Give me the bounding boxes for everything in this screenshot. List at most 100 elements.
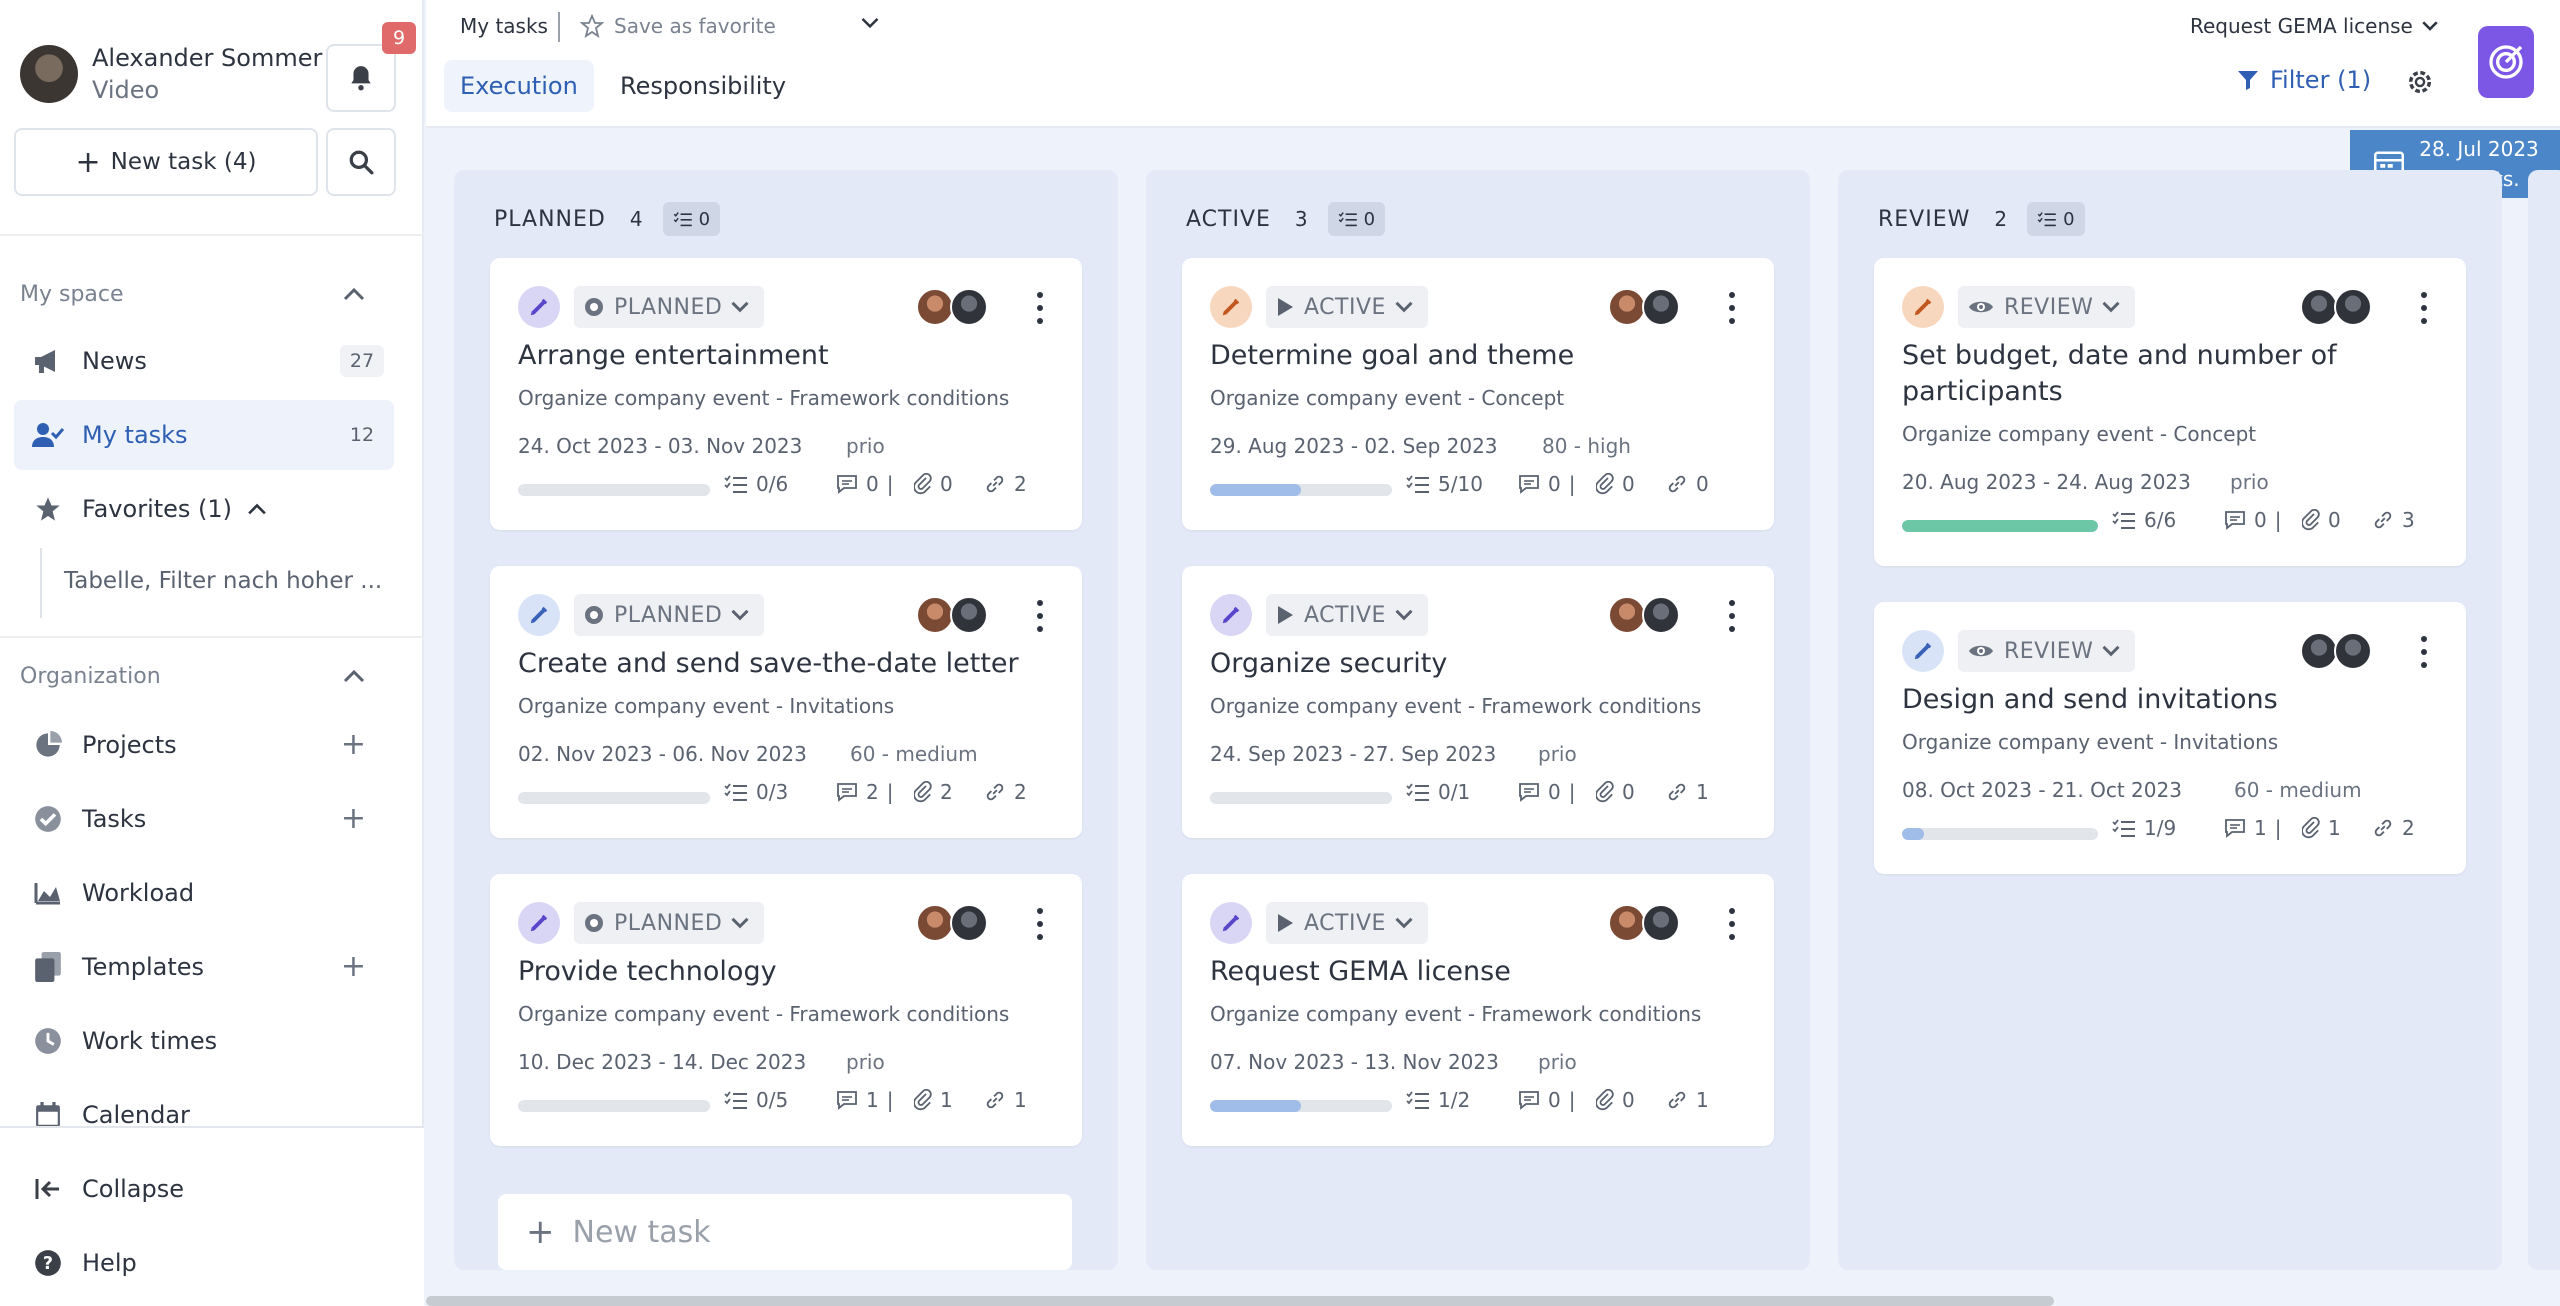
attachments-metric[interactable]: 0 xyxy=(1596,472,1635,496)
horizontal-scrollbar[interactable] xyxy=(426,1296,2054,1306)
sidebar-item-news[interactable]: News 27 xyxy=(14,326,394,396)
user-profile[interactable]: Alexander Sommer Video xyxy=(20,44,322,104)
links-metric[interactable]: 0 xyxy=(1666,472,1709,496)
more-options-icon[interactable] xyxy=(1722,288,1742,328)
column-checklist-badge[interactable]: 0 xyxy=(662,202,721,236)
edit-task-button[interactable] xyxy=(1210,594,1252,636)
task-title[interactable]: Organize security xyxy=(1210,646,1750,682)
attachments-metric[interactable]: 0 xyxy=(2302,508,2341,532)
edit-task-button[interactable] xyxy=(1210,902,1252,944)
sidebar-item-workload[interactable]: Workload xyxy=(14,858,394,928)
assignee-avatars[interactable] xyxy=(1608,596,1680,634)
more-options-icon[interactable] xyxy=(1722,904,1742,944)
links-metric[interactable]: 2 xyxy=(984,780,1027,804)
status-dropdown[interactable]: ACTIVE xyxy=(1266,286,1428,328)
edit-task-button[interactable] xyxy=(518,594,560,636)
column-checklist-badge[interactable]: 0 xyxy=(1327,202,1386,236)
gear-icon[interactable] xyxy=(2406,68,2434,96)
add-task-inline-button[interactable]: + New task xyxy=(498,1194,1072,1270)
status-dropdown[interactable]: ACTIVE xyxy=(1266,594,1428,636)
sidebar-item-work-times[interactable]: Work times xyxy=(14,1006,394,1076)
status-dropdown[interactable]: REVIEW xyxy=(1958,630,2136,672)
links-metric[interactable]: 1 xyxy=(1666,1088,1709,1112)
task-title[interactable]: Create and send save-the-date letter xyxy=(518,646,1058,682)
subtasks-metric[interactable]: 1/9 xyxy=(2112,816,2176,840)
collapse-button[interactable]: Collapse xyxy=(14,1154,394,1224)
sidebar-item-my-tasks[interactable]: My tasks 12 xyxy=(14,400,394,470)
help-button[interactable]: ? Help xyxy=(14,1228,394,1298)
comments-metric[interactable]: 0 | xyxy=(1518,1088,1583,1112)
subtasks-metric[interactable]: 0/3 xyxy=(724,780,788,804)
edit-task-button[interactable] xyxy=(518,286,560,328)
assignee-avatars[interactable] xyxy=(916,288,988,326)
task-card[interactable]: REVIEW Design and send invitations Organ… xyxy=(1874,602,2466,874)
edit-task-button[interactable] xyxy=(518,902,560,944)
task-card[interactable]: ACTIVE Determine goal and theme Organize… xyxy=(1182,258,1774,530)
links-metric[interactable]: 3 xyxy=(2372,508,2415,532)
status-dropdown[interactable]: REVIEW xyxy=(1958,286,2136,328)
attachments-metric[interactable]: 0 xyxy=(914,472,953,496)
sidebar-item-templates[interactable]: Templates + xyxy=(14,932,394,1002)
column-checklist-badge[interactable]: 0 xyxy=(2027,202,2085,236)
attachments-metric[interactable]: 0 xyxy=(1596,780,1635,804)
status-dropdown[interactable]: ACTIVE xyxy=(1266,902,1428,944)
filter-button[interactable]: Filter (1) xyxy=(2236,66,2371,94)
search-button[interactable] xyxy=(326,128,396,196)
assignee-avatars[interactable] xyxy=(916,596,988,634)
save-favorite-button[interactable]: Save as favorite xyxy=(580,14,776,38)
breadcrumb[interactable]: My tasks xyxy=(460,14,548,38)
attachments-metric[interactable]: 0 xyxy=(1596,1088,1635,1112)
brand-logo[interactable] xyxy=(2478,26,2534,98)
more-options-icon[interactable] xyxy=(1030,288,1050,328)
more-options-icon[interactable] xyxy=(1030,596,1050,636)
task-title[interactable]: Arrange entertainment xyxy=(518,338,1058,374)
subtasks-metric[interactable]: 0/1 xyxy=(1406,780,1470,804)
sidebar-item-favorites[interactable]: Favorites (1) xyxy=(14,474,394,544)
subtasks-metric[interactable]: 5/10 xyxy=(1406,472,1483,496)
comments-metric[interactable]: 0 | xyxy=(1518,780,1583,804)
comments-metric[interactable]: 1 | xyxy=(836,1088,901,1112)
chevron-down-icon[interactable] xyxy=(860,16,880,30)
edit-task-button[interactable] xyxy=(1902,630,1944,672)
edit-task-button[interactable] xyxy=(1210,286,1252,328)
task-card[interactable]: ACTIVE Request GEMA license Organize com… xyxy=(1182,874,1774,1146)
assignee-avatars[interactable] xyxy=(1608,288,1680,326)
status-dropdown[interactable]: PLANNED xyxy=(574,286,765,328)
assignee-avatars[interactable] xyxy=(2300,288,2372,326)
links-metric[interactable]: 1 xyxy=(984,1088,1027,1112)
comments-metric[interactable]: 0 | xyxy=(836,472,901,496)
attachments-metric[interactable]: 2 xyxy=(914,780,953,804)
subtasks-metric[interactable]: 0/5 xyxy=(724,1088,788,1112)
more-options-icon[interactable] xyxy=(2414,632,2434,672)
subtasks-metric[interactable]: 0/6 xyxy=(724,472,788,496)
task-card[interactable]: REVIEW Set budget, date and number of pa… xyxy=(1874,258,2466,566)
task-card[interactable]: PLANNED Create and send save-the-date le… xyxy=(490,566,1082,838)
sidebar-item-tasks[interactable]: Tasks + xyxy=(14,784,394,854)
task-card[interactable]: PLANNED Provide technology Organize comp… xyxy=(490,874,1082,1146)
subtasks-metric[interactable]: 1/2 xyxy=(1406,1088,1470,1112)
links-metric[interactable]: 2 xyxy=(984,472,1027,496)
attachments-metric[interactable]: 1 xyxy=(2302,816,2341,840)
attachments-metric[interactable]: 1 xyxy=(914,1088,953,1112)
task-card[interactable]: ACTIVE Organize security Organize compan… xyxy=(1182,566,1774,838)
add-template-button[interactable]: + xyxy=(341,949,366,984)
more-options-icon[interactable] xyxy=(1030,904,1050,944)
links-metric[interactable]: 1 xyxy=(1666,780,1709,804)
edit-task-button[interactable] xyxy=(1902,286,1944,328)
task-title[interactable]: Request GEMA license xyxy=(1210,954,1750,990)
sidebar-item-projects[interactable]: Projects + xyxy=(14,710,394,780)
comments-metric[interactable]: 2 | xyxy=(836,780,901,804)
assignee-avatars[interactable] xyxy=(2300,632,2372,670)
comments-metric[interactable]: 0 | xyxy=(2224,508,2289,532)
assignee-avatars[interactable] xyxy=(916,904,988,942)
chevron-up-icon[interactable] xyxy=(342,286,366,302)
task-title[interactable]: Design and send invitations xyxy=(1902,682,2442,718)
more-options-icon[interactable] xyxy=(1722,596,1742,636)
add-task-button[interactable]: + xyxy=(341,801,366,836)
comments-metric[interactable]: 1 | xyxy=(2224,816,2289,840)
task-title[interactable]: Set budget, date and number of participa… xyxy=(1902,338,2442,410)
subtasks-metric[interactable]: 6/6 xyxy=(2112,508,2176,532)
tab-responsibility[interactable]: Responsibility xyxy=(604,60,802,112)
chevron-up-icon[interactable] xyxy=(246,502,268,516)
new-task-button[interactable]: + New task (4) xyxy=(14,128,318,196)
